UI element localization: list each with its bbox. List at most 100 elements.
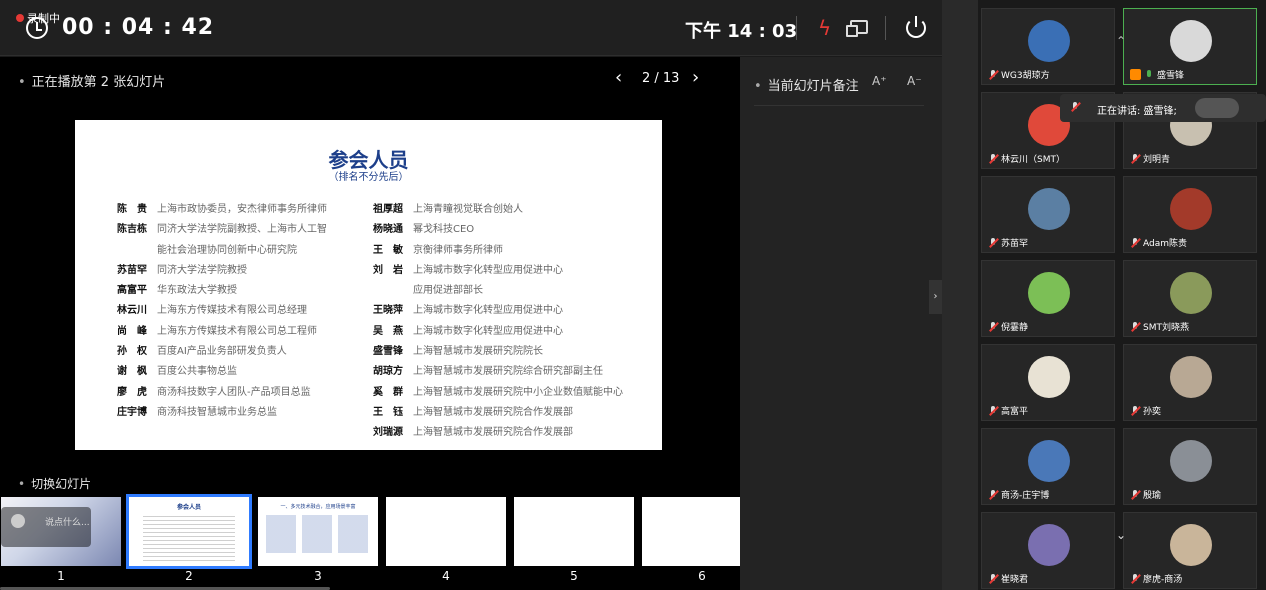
chat-placeholder[interactable]: 说点什么... [45,515,90,528]
notes-panel: 当前幻灯片备注 A⁺ A⁻ › [740,57,942,590]
mic-muted-icon [988,489,998,500]
participant-name: 商汤-庄宇博 [1001,491,1050,501]
attendee-row: 尚 峰上海东方传媒技术有限公司总工程师 [117,322,367,342]
participant-tile[interactable]: Adam陈贵 [1123,176,1257,253]
participant-tile[interactable]: 崔晓君 [981,512,1115,589]
thumbnail-number: 2 [185,569,193,583]
next-slide-button[interactable]: › [692,67,699,88]
participant-tile[interactable]: WG3胡琼方 [981,8,1115,85]
participant-label: SMT刘晓燕 [1130,320,1189,333]
attendee-row: 杨晓通 幂戈科技CEO [373,220,658,240]
participant-avatar [1028,440,1070,482]
participant-tile[interactable]: 廖虎-商汤 [1123,512,1257,589]
participant-tile[interactable]: 高富平 [981,344,1115,421]
attendee-name: 廖 虎 [117,386,147,398]
attendee-title: 上海城市数字化转型应用促进中心 [413,264,563,276]
switch-screen-icon[interactable] [846,20,868,37]
attendee-name: 盛雪锋 [373,346,403,358]
thumbnail-5[interactable] [514,497,634,566]
attendee-title: 商汤科技智慧城市业务总监 [157,406,277,418]
attendee-title: 华东政法大学教授 [157,285,237,297]
participant-name: 孙奕 [1143,407,1162,417]
participant-name: 殷瑜 [1143,491,1162,501]
attendee-name: 陈吉栋 [117,224,147,236]
participant-label: 殷瑜 [1130,488,1161,501]
participant-grid: WG3胡琼方 盛雪锋 林云川（SMT） 刘明青 苏苗罕 Adam陈贵 倪霎静 SMT刘晓燕 高富… [978,0,1266,590]
thumbnail-6[interactable] [642,497,740,566]
participant-avatar [1170,20,1212,62]
end-presentation-icon[interactable] [906,16,926,38]
attendee-title: 商汤科技数字人团队-产品项目总监 [157,386,311,398]
participant-name: 刘明青 [1143,155,1171,165]
attendee-title: 百度公共事物总监 [157,366,237,378]
participant-name: 苏苗罕 [1001,239,1029,249]
thumbnail-number: 1 [57,569,65,583]
attendee-title: 上海智慧城市发展研究院中小企业数值赋能中心 [413,386,623,398]
thumbnail-content [266,515,370,553]
attendee-name [373,281,413,301]
participant-tile[interactable]: 商汤-庄宇博 [981,428,1115,505]
mic-muted-icon [988,237,998,248]
laser-pointer-icon[interactable]: ϟ [818,16,831,40]
thumbnail-2[interactable]: 参会人员 [126,494,252,569]
now-playing-label: 正在播放第 2 张幻灯片 [18,71,166,90]
scroll-down-icon[interactable]: ⌄ [1116,528,1126,542]
participant-name: 倪霎静 [1001,323,1029,333]
attendee-name: 谢 枫 [117,366,147,378]
participant-label: 盛雪锋 [1130,68,1184,81]
thumbnail-3[interactable]: 一、多元技术融合，应用场景丰富 [258,497,378,566]
top-bar: 录制中 00 : 04 : 42 下午 14 : 03 ϟ [0,0,942,56]
attendee-name: 刘 岩 [373,264,403,276]
previous-slide-button[interactable]: ‹ [615,67,622,88]
slide-thumbnails: 说点什么... 1 参会人员 2 一、多元技术融合，应用场景丰富 3 4 5 6 [0,494,740,590]
participant-avatar [1170,272,1212,314]
participant-tile[interactable]: 苏苗罕 [981,176,1115,253]
participant-tile[interactable]: 倪霎静 [981,260,1115,337]
switch-slides-label: 切换幻灯片 [18,475,91,492]
notes-title: 当前幻灯片备注 [754,75,859,94]
scroll-up-icon[interactable]: ⌃ [1116,34,1126,48]
decrease-font-button[interactable]: A⁻ [907,74,922,88]
attendee-row: 王 钰上海智慧城市发展研究院合作发展部 [373,403,658,423]
attendee-title: 同济大学法学院副教授、上海市人工智 [157,224,327,236]
user-avatar-icon [11,514,25,528]
attendee-row: 胡琼方 上海智慧城市发展研究院综合研究部副主任 [373,362,658,382]
thumbnail-4[interactable] [386,497,506,566]
thumbnail-number: 5 [570,569,578,583]
participant-avatar [1170,356,1212,398]
participant-avatar [1028,524,1070,566]
mic-muted-icon [988,321,998,332]
mic-muted-icon [988,153,998,164]
slide-subtitle: （排名不分先后） [328,172,409,183]
attendee-name: 陈 贵 [117,204,147,215]
participant-name: 盛雪锋 [1157,71,1185,81]
thumbnail-content [143,513,235,561]
increase-font-button[interactable]: A⁺ [872,74,887,88]
attendee-row: 祖厚超 上海青瞳视觉联合创始人 [373,200,658,220]
attendee-row: 奚 群上海智慧城市发展研究院中小企业数值赋能中心 [373,383,658,403]
attendee-name: 吴 燕 [373,325,403,337]
mic-muted-icon [1130,321,1140,332]
mic-muted-icon [1130,573,1140,584]
speaking-indicator: 正在讲话: 盛雪锋; [1060,94,1266,122]
participant-name: SMT刘晓燕 [1143,323,1189,333]
collapse-panel-button[interactable]: › [929,280,942,314]
participant-name: 廖虎-商汤 [1143,575,1183,585]
participant-tile[interactable]: SMT刘晓燕 [1123,260,1257,337]
participant-avatar [1170,440,1212,482]
speaker-mic-icon [1070,102,1080,112]
participant-label: 廖虎-商汤 [1130,572,1182,585]
thumbnail-1[interactable]: 说点什么... [1,497,121,566]
participant-label: 苏苗罕 [988,236,1028,249]
thumbnail-number: 3 [314,569,322,583]
participant-name: 高富平 [1001,407,1029,417]
attendee-name: 奚 群 [373,386,403,398]
participant-tile[interactable]: 殷瑜 [1123,428,1257,505]
elapsed-timer: 00 : 04 : 42 [62,15,215,40]
participant-tile[interactable]: 孙奕 [1123,344,1257,421]
attendee-row: 高富平 华东政法大学教授 [117,281,367,301]
mic-muted-icon [1130,405,1140,416]
recording-dot-icon [16,14,24,22]
participant-name: WG3胡琼方 [1001,71,1050,81]
participant-tile[interactable]: 盛雪锋 [1123,8,1257,85]
